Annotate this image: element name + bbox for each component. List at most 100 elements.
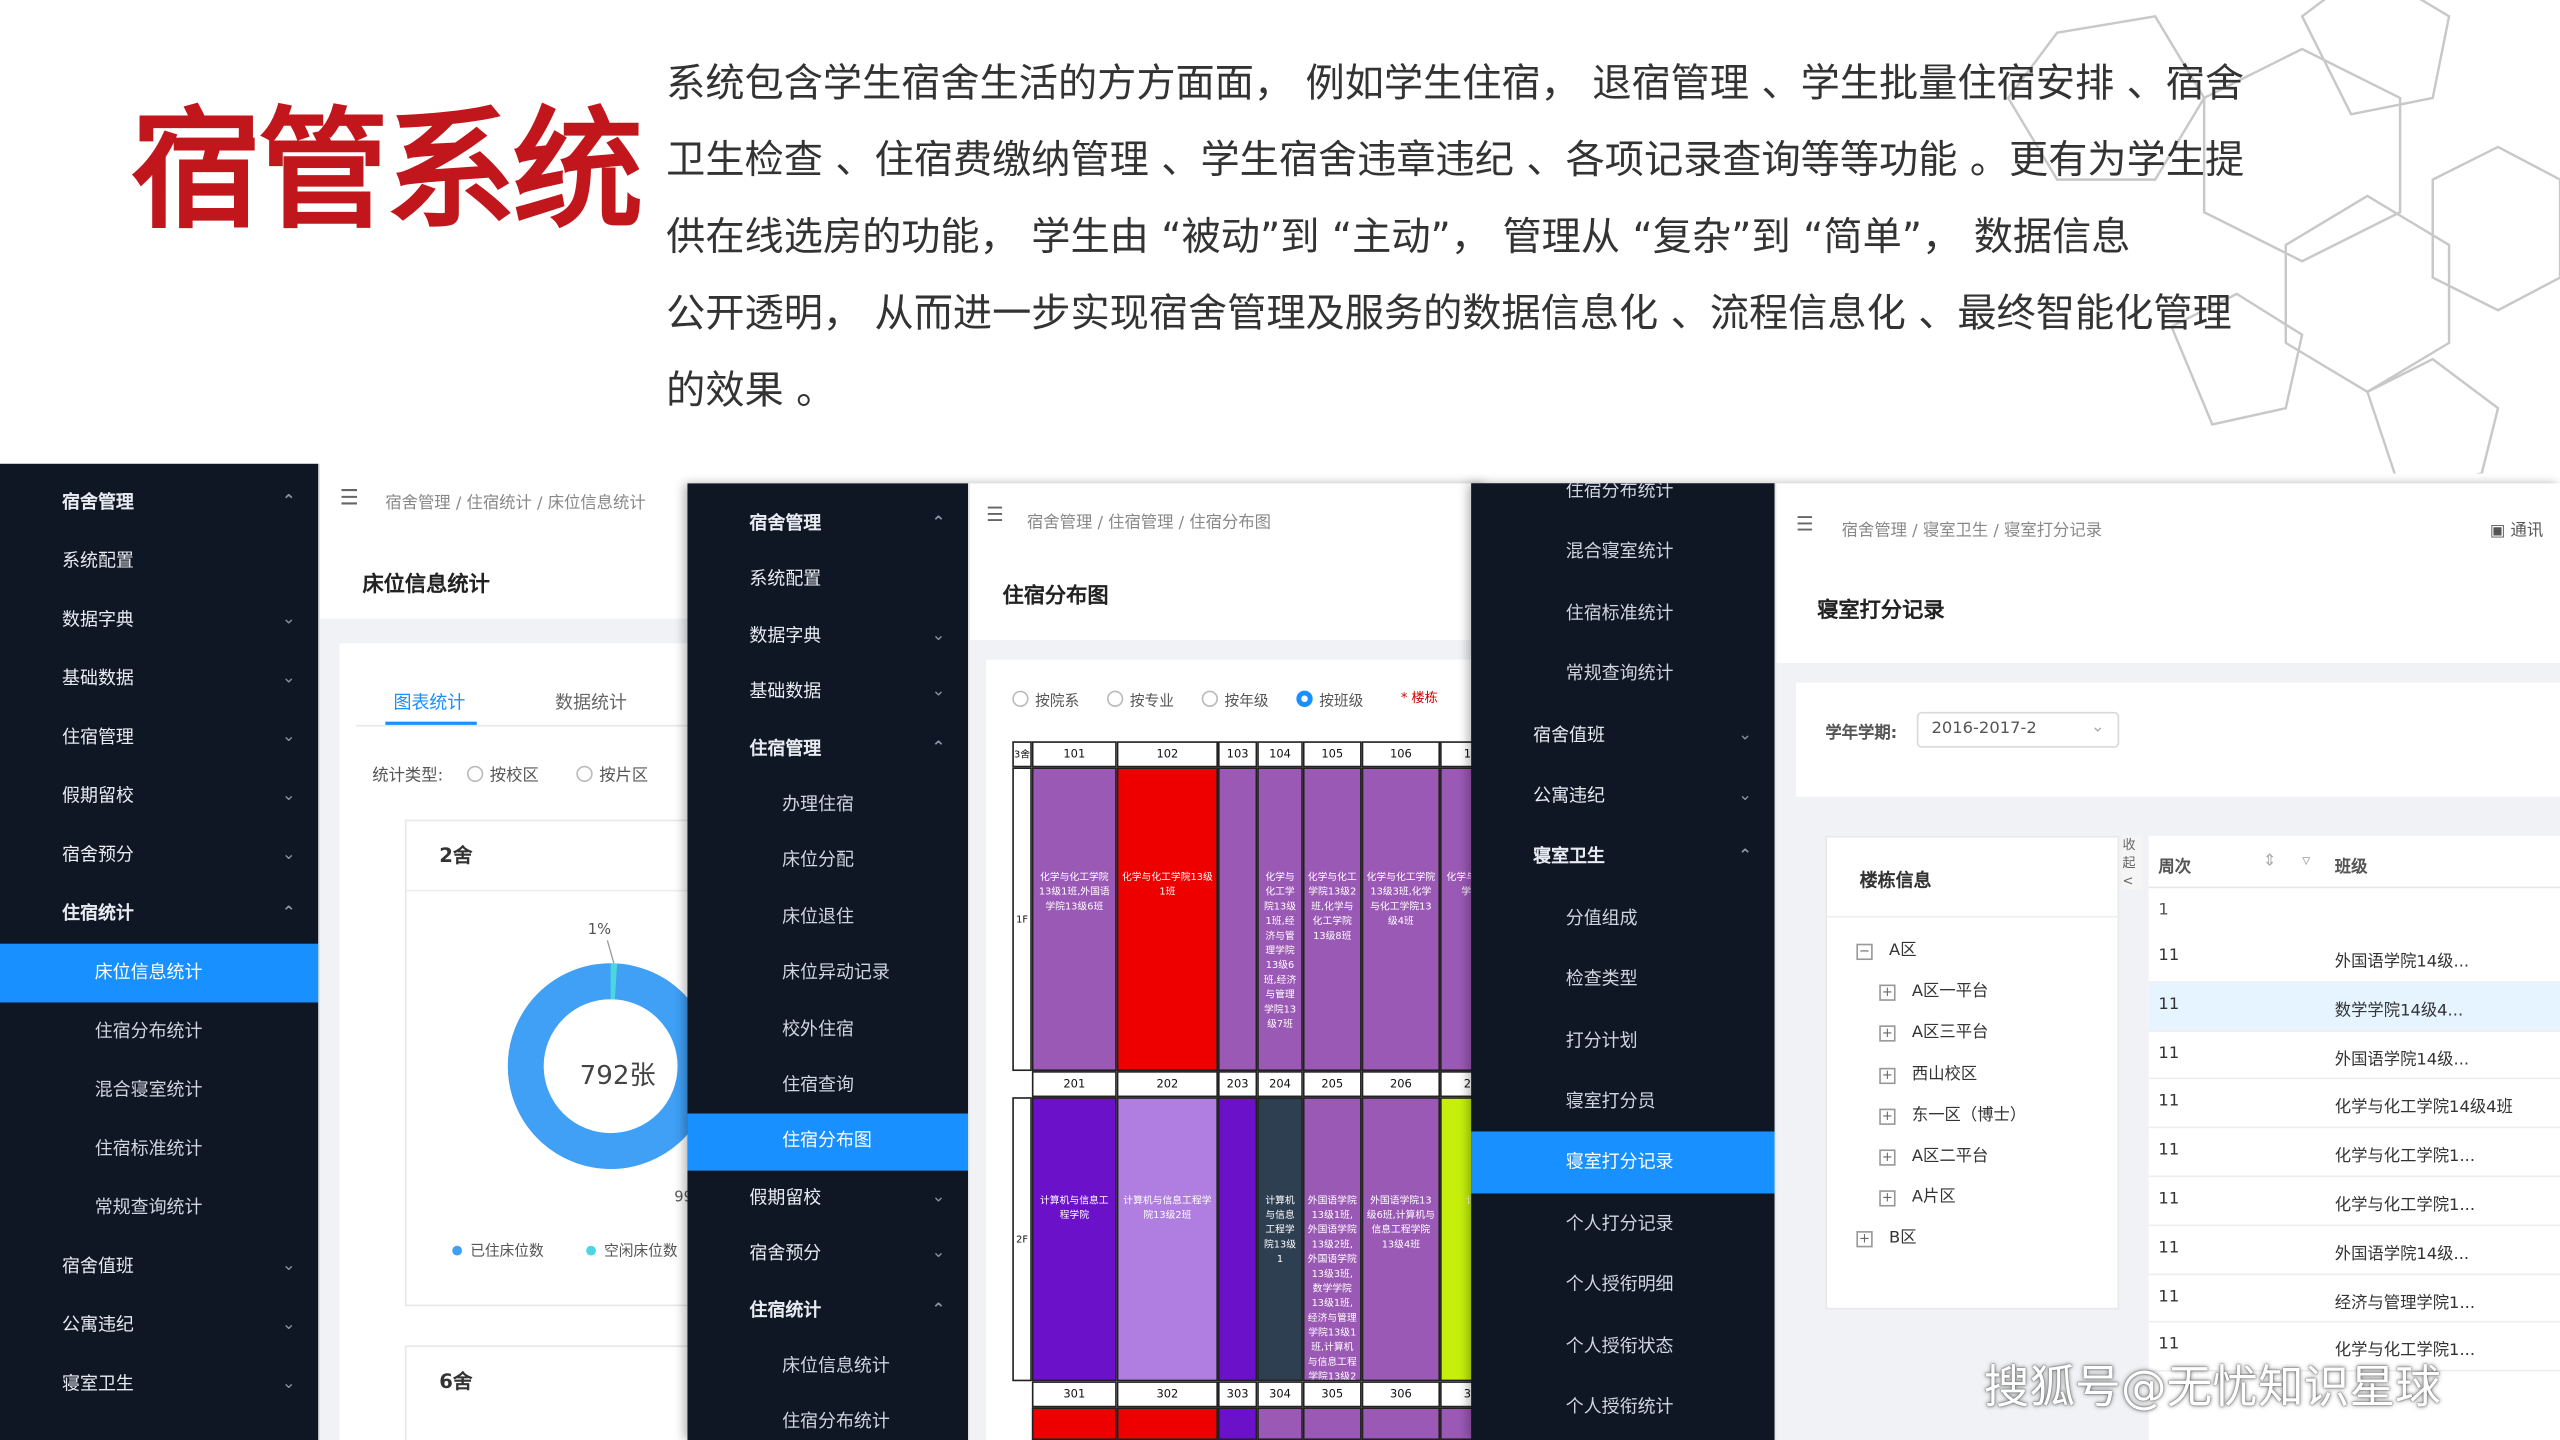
sidebar-item[interactable]: 校外住宿: [687, 1002, 968, 1058]
sidebar-item[interactable]: 检查类型: [1471, 949, 1775, 1010]
sidebar-item[interactable]: 宿舍值班 ⌄: [0, 1238, 318, 1297]
sidebar-item[interactable]: 床位退住: [687, 889, 968, 945]
sidebar-item[interactable]: 住宿标准统计: [1471, 583, 1775, 644]
sidebar-item[interactable]: 寝室打分员: [1471, 1071, 1775, 1132]
sidebar-item[interactable]: 住宿统计 ⌃: [0, 885, 318, 944]
room-cell[interactable]: 化学与化工学院13级3班,化学与化工学院13级4班: [1361, 767, 1441, 1072]
table-row[interactable]: 11 化学与化工学院14级4班: [2148, 1080, 2560, 1129]
room-cell[interactable]: [1302, 1407, 1362, 1440]
plus-box-icon[interactable]: +: [1879, 1149, 1896, 1166]
radio-option[interactable]: 按专业: [1106, 689, 1174, 710]
room-cell[interactable]: 外国语学院13级1班,外国语学院13级2班,外国语学院13级3班,数学学院13级…: [1302, 1097, 1362, 1382]
sidebar-item[interactable]: 宿舍值班 ⌄: [1471, 705, 1775, 766]
tree-node[interactable]: − A区: [1856, 936, 1917, 961]
table-row[interactable]: 11 数学学院14级4...: [2148, 982, 2560, 1032]
tab-chart[interactable]: 图表统计: [393, 689, 465, 715]
minus-box-icon[interactable]: −: [1856, 943, 1873, 961]
sidebar-item[interactable]: 住宿查询: [687, 1058, 968, 1114]
sidebar-item[interactable]: 系统配置: [0, 532, 318, 591]
sidebar-item[interactable]: 床位异动记录: [687, 946, 968, 1002]
sidebar-item[interactable]: 宿舍管理 ⌃: [687, 496, 968, 552]
room-cell[interactable]: 计算机与信息工程学院: [1031, 1097, 1117, 1382]
table-row[interactable]: 11 外国语学院14级...: [2148, 1031, 2560, 1080]
sidebar-item[interactable]: 数据字典 ⌄: [687, 609, 968, 665]
plus-box-icon[interactable]: +: [1879, 984, 1896, 1002]
notify-link[interactable]: ▣ 通讯: [2490, 516, 2543, 540]
sidebar-item[interactable]: 寝室卫生 ⌄: [0, 1355, 318, 1414]
room-cell[interactable]: [1257, 1407, 1303, 1440]
sidebar-item[interactable]: 个人打分记录: [1471, 1193, 1775, 1254]
plus-box-icon[interactable]: +: [1856, 1231, 1873, 1249]
room-cell[interactable]: [1217, 1097, 1258, 1382]
sidebar-item[interactable]: 数据字典 ⌄: [0, 591, 318, 650]
menu-toggle-icon[interactable]: ☰: [340, 487, 359, 511]
room-cell[interactable]: 化学与化工学院13级2班,化学与化工学院13级8班: [1302, 767, 1362, 1072]
tree-node[interactable]: + A区一平台: [1879, 977, 1988, 1002]
sidebar-item[interactable]: 床位信息统计: [0, 943, 319, 1003]
radio-option[interactable]: 按年级: [1201, 689, 1269, 710]
table-row[interactable]: 11 外国语学院14级...: [2148, 1226, 2560, 1275]
sidebar-item[interactable]: 公寓违纪 ⌄: [0, 1296, 318, 1355]
term-select[interactable]: 2016-2017-2 ⌄: [1916, 711, 2120, 748]
radio-option[interactable]: 按院系: [1012, 689, 1079, 710]
sidebar-item[interactable]: 住宿管理 ⌄: [0, 709, 318, 768]
sidebar-item[interactable]: 个人授衔统计: [1471, 1376, 1775, 1437]
table-row[interactable]: 11 经济与管理学院1...: [2148, 1274, 2560, 1324]
tree-node[interactable]: + A区二平台: [1879, 1141, 1988, 1166]
sidebar-item[interactable]: 床位分配: [687, 833, 968, 889]
sidebar-item[interactable]: 系统配置: [687, 552, 968, 608]
radio-by-campus[interactable]: 按校区: [466, 761, 539, 785]
room-cell[interactable]: 计算机与信息工程学院13级1: [1257, 1097, 1303, 1382]
room-cell[interactable]: 化学与化工学院13级1班,经济与管理学院13级6班,经济与管理学院13级7班: [1257, 767, 1303, 1072]
plus-box-icon[interactable]: +: [1879, 1190, 1896, 1207]
sidebar-item[interactable]: 基础数据 ⌄: [0, 650, 318, 709]
sidebar-item[interactable]: 住宿分布图: [687, 1114, 969, 1171]
radio-option[interactable]: 按班级: [1296, 689, 1363, 710]
menu-toggle-icon[interactable]: ☰: [986, 503, 1004, 526]
room-cell[interactable]: [1116, 1407, 1218, 1440]
room-cell[interactable]: [1031, 1407, 1117, 1440]
filter-icon[interactable]: ▿: [2302, 852, 2310, 870]
sidebar-item[interactable]: 公寓违纪 ⌄: [1471, 766, 1775, 827]
plus-box-icon[interactable]: +: [1879, 1108, 1896, 1125]
sidebar-item[interactable]: 个人授衔明细: [1471, 1254, 1775, 1315]
room-cell[interactable]: [1361, 1407, 1441, 1440]
sidebar-item[interactable]: 住宿统计 ⌃: [687, 1283, 968, 1339]
sidebar-item[interactable]: 住宿标准统计: [0, 1120, 318, 1179]
tree-node[interactable]: + B区: [1856, 1224, 1917, 1249]
tree-node[interactable]: + 东一区（博士）: [1879, 1100, 2026, 1125]
sidebar-item[interactable]: 宿舍预分 ⌄: [0, 826, 318, 885]
room-cell[interactable]: [1217, 767, 1258, 1072]
sidebar-item[interactable]: 住宿分布统计: [1471, 483, 1775, 521]
sidebar-item[interactable]: 常规查询统计: [0, 1179, 318, 1238]
room-cell[interactable]: 化学与化工学院13级1班: [1116, 767, 1218, 1072]
menu-toggle-icon[interactable]: ☰: [1796, 513, 1814, 536]
table-row[interactable]: 11 化学与化工学院1...: [2148, 1177, 2560, 1226]
sidebar-item[interactable]: 寝室卫生 ⌃: [1471, 827, 1775, 888]
col-class[interactable]: 班级: [2335, 852, 2368, 877]
radio-by-area[interactable]: 按片区: [576, 761, 648, 785]
collapse-button[interactable]: 收起<: [2122, 835, 2143, 890]
sidebar-item[interactable]: 常规查询统计: [1471, 644, 1775, 705]
room-cell[interactable]: 化学与化工学院13级1班,外国语学院13级6班: [1031, 767, 1117, 1072]
sidebar-item[interactable]: 办理住宿: [687, 777, 968, 833]
plus-box-icon[interactable]: +: [1879, 1067, 1896, 1084]
room-cell[interactable]: 外国语学院13级6班,计算机与信息工程学院13级4班: [1361, 1097, 1441, 1382]
sidebar-item[interactable]: 假期留校 ⌄: [0, 767, 318, 826]
sidebar-item[interactable]: 住宿管理 ⌃: [687, 721, 968, 777]
tree-node[interactable]: + A区三平台: [1879, 1018, 1988, 1043]
plus-box-icon[interactable]: +: [1879, 1025, 1896, 1043]
sort-icon[interactable]: ⇕: [2263, 852, 2277, 870]
room-cell[interactable]: 计算机与信息工程学院13级2班: [1116, 1097, 1218, 1382]
sidebar-item[interactable]: 混合寝室统计: [0, 1061, 318, 1120]
table-row[interactable]: 11 化学与化工学院1...: [2148, 1129, 2560, 1178]
tree-node[interactable]: + A片区: [1879, 1182, 1956, 1207]
sidebar-item[interactable]: 宿舍预分 ⌄: [687, 1226, 968, 1282]
sidebar-item[interactable]: 住宿分布统计: [687, 1395, 968, 1440]
sidebar-item[interactable]: 宿舍管理 ⌃: [0, 473, 318, 532]
table-row[interactable]: 11 外国语学院14级...: [2148, 934, 2560, 983]
sidebar-item[interactable]: 寝室打分记录: [1471, 1132, 1775, 1194]
sidebar-item[interactable]: 个人授衔状态: [1471, 1315, 1775, 1376]
tab-data[interactable]: 数据统计: [555, 689, 627, 715]
tree-node[interactable]: + 西山校区: [1879, 1059, 1977, 1084]
